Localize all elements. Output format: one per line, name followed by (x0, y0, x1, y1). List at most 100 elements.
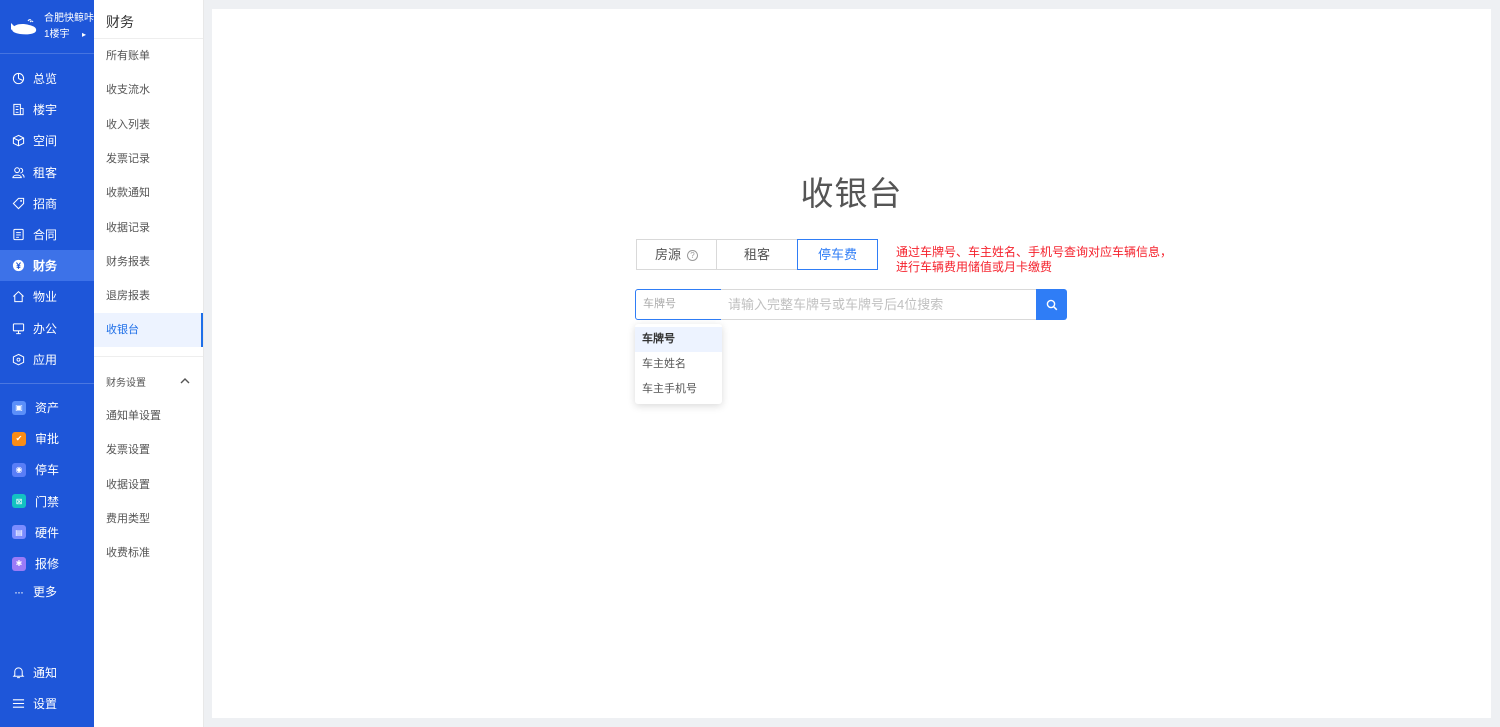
yuan-icon (12, 259, 25, 272)
nav-item-label: 楼宇 (33, 103, 58, 118)
hardware-icon: ▤ (12, 525, 26, 540)
app-item-label: 门禁 (35, 494, 60, 509)
nav-item[interactable]: 物业 (0, 281, 94, 312)
app-item[interactable]: ✔ 审批 (0, 423, 94, 454)
org-name: 合肥快鲸咔 (44, 13, 94, 24)
app-icon (12, 353, 25, 366)
dropdown-option-plate[interactable]: 车牌号 (635, 327, 722, 352)
menu-lines-icon (12, 697, 25, 710)
more-icon: ··· (14, 584, 24, 599)
dropdown-option-owner-phone[interactable]: 车主手机号 (635, 377, 722, 402)
submenu-item[interactable]: 收银台 (94, 313, 203, 348)
nav-item-settings[interactable]: 设置 (0, 688, 94, 719)
finance-submenu: 财务 所有账单 收支流水 收入列表 发票记录 收款通知 收据记录 财务报表 退房报表 收银台 财… (94, 0, 204, 727)
nav-item-label: 租客 (33, 165, 58, 180)
search-icon (1046, 299, 1057, 310)
submenu-divider (94, 356, 203, 357)
building-name: 1楼宇 (44, 29, 70, 40)
search-type-tabs: 房源? 租客 停车费 (636, 239, 878, 270)
submenu-item[interactable]: 发票记录 (94, 142, 203, 176)
search-input[interactable] (721, 289, 1037, 320)
search-field-select[interactable]: 车牌号 (635, 289, 722, 320)
nav-item-more[interactable]: ··· 更多 (0, 576, 94, 607)
building-icon (12, 103, 25, 116)
tab-label: 房源 (654, 247, 681, 262)
submenu-item[interactable]: 退房报表 (94, 279, 203, 313)
app-item[interactable]: ✱ 报修 (0, 548, 94, 579)
app-item-label: 报修 (35, 557, 60, 571)
document-icon (12, 228, 25, 241)
nav-item-label: 空间 (33, 134, 58, 149)
nav-item[interactable]: 租客 (0, 157, 94, 188)
parking-hint-text: 通过车牌号、车主姓名、手机号查询对应车辆信息， 进行车辆费用储值或月卡缴费 (896, 245, 1173, 274)
submenu-group-finance-settings[interactable]: 财务设置 (106, 374, 146, 389)
nav-item-notify[interactable]: 通知 (0, 657, 94, 688)
cashier-panel: 收银台 房源? 租客 停车费 通过车牌号、车主姓名、手机号查询对应车辆信息， 进… (212, 9, 1491, 718)
nav-item[interactable]: 财务 (0, 250, 94, 282)
dashboard-icon (12, 72, 25, 85)
nav-item-label: 财务 (33, 259, 58, 274)
nav-divider (0, 383, 94, 384)
nav-item[interactable]: 总览 (0, 63, 94, 94)
app-item-label: 审批 (35, 432, 60, 447)
app-item-label: 硬件 (35, 525, 60, 540)
nav-item-label: 更多 (33, 585, 58, 599)
app-item[interactable]: ▤ 硬件 (0, 517, 94, 548)
submenu-group-label: 财务设置 (106, 378, 146, 389)
approval-icon: ✔ (12, 431, 26, 446)
tab-label: 租客 (743, 247, 770, 262)
tab-label: 停车费 (817, 247, 857, 262)
nav-item-label: 物业 (33, 290, 58, 305)
submenu-settings-item[interactable]: 费用类型 (94, 502, 203, 536)
app-item-label: 资产 (35, 401, 60, 415)
submenu-settings-item[interactable]: 通知单设置 (94, 399, 203, 433)
page-title: 收银台 (800, 175, 903, 212)
submenu-item[interactable]: 收支流水 (94, 73, 203, 107)
main-nav: 合肥快鲸咔 1楼宇 ▸ 总览楼宇空间租客招商合同财务物业办公应用 ▣ 资产 ✔ 审批 ◉… (0, 0, 94, 727)
asset-icon: ▣ (12, 400, 26, 415)
submenu-title: 财务 (106, 14, 134, 30)
tab-tenant[interactable]: 租客 (716, 239, 798, 270)
monitor-icon (12, 322, 25, 335)
nav-item-label: 通知 (33, 666, 58, 680)
chevron-up-icon[interactable] (180, 377, 190, 385)
search-button[interactable] (1036, 289, 1067, 320)
submenu-settings-item[interactable]: 发票设置 (94, 433, 203, 467)
nav-item-label: 设置 (33, 697, 58, 711)
nav-item-label: 总览 (33, 72, 58, 86)
tag-icon (12, 197, 25, 210)
brand-switcher[interactable]: 合肥快鲸咔 1楼宇 ▸ (0, 0, 94, 54)
submenu-item[interactable]: 所有账单 (94, 39, 203, 73)
app-item-label: 停车 (35, 463, 60, 478)
submenu-item[interactable]: 收入列表 (94, 108, 203, 142)
nav-item-label: 招商 (33, 196, 58, 211)
users-icon (12, 166, 25, 179)
nav-item[interactable]: 空间 (0, 125, 94, 156)
submenu-item[interactable]: 收款通知 (94, 176, 203, 210)
parking-icon: ◉ (12, 462, 26, 477)
nav-item-label: 合同 (33, 228, 58, 242)
app-item[interactable]: ⊠ 门禁 (0, 486, 94, 517)
submenu-item[interactable]: 收据记录 (94, 211, 203, 245)
submenu-settings-item[interactable]: 收据设置 (94, 468, 203, 502)
bell-icon (12, 666, 25, 679)
access-icon: ⊠ (12, 494, 26, 509)
nav-item[interactable]: 招商 (0, 188, 94, 219)
cube-icon (12, 134, 25, 147)
submenu-settings-item[interactable]: 收费标准 (94, 536, 203, 570)
chevron-right-icon: ▸ (82, 30, 87, 39)
app-item[interactable]: ▣ 资产 (0, 392, 94, 423)
dropdown-option-owner-name[interactable]: 车主姓名 (635, 352, 722, 377)
nav-item[interactable]: 合同 (0, 219, 94, 250)
nav-item[interactable]: 应用 (0, 344, 94, 375)
app-item[interactable]: ◉ 停车 (0, 454, 94, 485)
nav-item[interactable]: 办公 (0, 313, 94, 344)
help-icon[interactable]: ? (687, 250, 698, 261)
tab-property[interactable]: 房源? (636, 239, 717, 270)
nav-item[interactable]: 楼宇 (0, 94, 94, 125)
nav-item-label: 应用 (33, 352, 58, 367)
submenu-item[interactable]: 财务报表 (94, 245, 203, 279)
tab-parking-fee[interactable]: 停车费 (797, 239, 878, 270)
repair-icon: ✱ (12, 556, 26, 571)
search-field-dropdown: 车牌号 车主姓名 车主手机号 (635, 324, 722, 404)
